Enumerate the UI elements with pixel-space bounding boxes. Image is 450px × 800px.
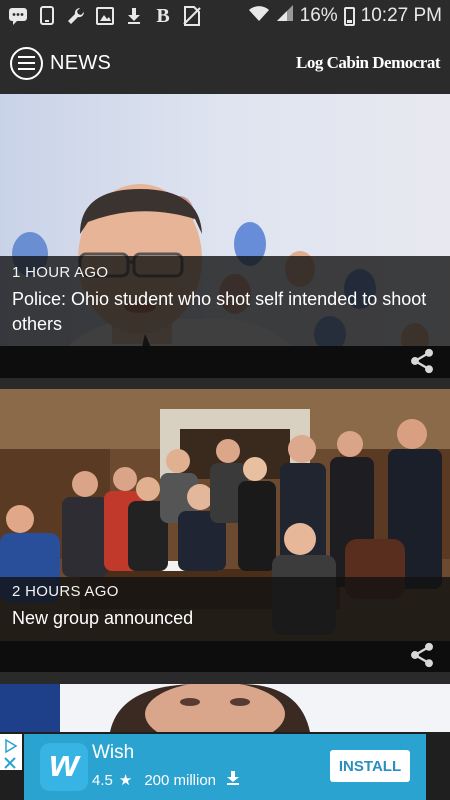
section-title: NEWS	[50, 51, 112, 74]
article-time: 2 HOURS AGO	[12, 583, 119, 600]
newspaper-icon: B	[156, 4, 170, 27]
share-icon[interactable]	[408, 347, 436, 375]
ad-app-name: Wish	[92, 742, 135, 763]
download-count-icon	[226, 771, 240, 789]
article-photo	[0, 684, 450, 732]
article-caption: 1 HOUR AGO Police: Ohio student who shot…	[0, 256, 450, 346]
ad-content[interactable]: w Wish 4.5 ★ 200 million INSTALL	[24, 734, 426, 800]
article-footer	[0, 346, 450, 378]
hamburger-icon-line	[18, 68, 35, 70]
image-icon	[95, 6, 115, 26]
ad-app-logo: w	[40, 743, 88, 791]
app-bar: NEWS Log Cabin Democrat	[0, 32, 450, 94]
battery-icon	[343, 6, 355, 26]
wish-logo-icon: w	[49, 743, 79, 785]
ad-banner[interactable]: w Wish 4.5 ★ 200 million INSTALL	[0, 732, 450, 800]
tablet-icon	[37, 6, 57, 26]
hamburger-icon-line	[18, 62, 35, 64]
hamburger-icon-line	[18, 56, 35, 58]
wrench-icon	[66, 6, 86, 26]
article-card[interactable]: 1 HOUR AGO Police: Ohio student who shot…	[0, 94, 450, 378]
status-system-icons: 16% 10:27 PM	[248, 4, 442, 28]
ad-downloads: 200 million	[144, 771, 217, 789]
wifi-icon	[248, 5, 270, 28]
menu-button[interactable]	[10, 46, 43, 80]
signal-icon	[276, 4, 294, 28]
share-icon[interactable]	[408, 641, 436, 669]
article-card[interactable]	[0, 684, 450, 732]
adchoices-icon[interactable]	[0, 734, 22, 770]
article-card[interactable]: 2 HOURS AGO New group announced	[0, 389, 450, 672]
brand-logo[interactable]: Log Cabin Democrat	[296, 53, 440, 73]
install-button[interactable]: INSTALL	[330, 750, 410, 782]
star-icon: ★	[118, 772, 133, 789]
clock: 10:27 PM	[360, 5, 442, 26]
ad-meta: 4.5 ★ 200 million	[92, 771, 240, 789]
battery-percent: 16%	[299, 5, 338, 26]
status-bar: B 16% 10:27 PM	[0, 0, 450, 32]
article-caption: 2 HOURS AGO New group announced	[0, 577, 450, 641]
no-sim-icon	[182, 6, 202, 26]
article-time: 1 HOUR AGO	[12, 264, 109, 281]
ad-rating: 4.5	[92, 771, 113, 789]
article-footer	[0, 641, 450, 672]
status-notification-icons: B	[8, 4, 202, 27]
article-headline[interactable]: New group announced	[12, 606, 438, 631]
article-headline[interactable]: Police: Ohio student who shot self inten…	[12, 287, 438, 337]
message-icon	[8, 6, 28, 26]
download-icon	[124, 6, 144, 26]
